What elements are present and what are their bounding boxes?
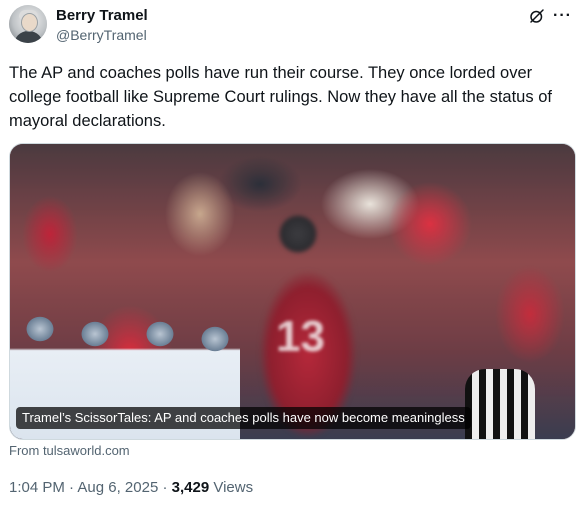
views-label: Views: [209, 479, 254, 496]
article-card-image[interactable]: 13 Tramel’s ScissorTales: AP and coaches…: [9, 143, 576, 440]
article-title[interactable]: Tramel’s ScissorTales: AP and coaches po…: [16, 407, 471, 429]
meta-separator: ·: [158, 479, 172, 496]
author-avatar[interactable]: [9, 5, 47, 43]
views-count: 3,429: [171, 479, 210, 496]
post-meta: 1:04 PM · Aug 6, 2025 · 3,429 Views: [9, 479, 253, 497]
author-name[interactable]: Berry Tramel: [56, 7, 148, 25]
link-source[interactable]: From tulsaworld.com: [9, 443, 130, 459]
post-time[interactable]: 1:04 PM: [9, 479, 65, 496]
more-icon[interactable]: ···: [553, 8, 572, 24]
referee: [465, 369, 535, 439]
post-text: The AP and coaches polls have run their …: [9, 64, 552, 130]
author-handle[interactable]: @BerryTramel: [56, 26, 147, 44]
grok-icon[interactable]: [528, 7, 546, 25]
post-date[interactable]: Aug 6, 2025: [77, 479, 158, 496]
jersey-number: 13: [276, 312, 325, 361]
meta-separator: ·: [64, 479, 78, 496]
